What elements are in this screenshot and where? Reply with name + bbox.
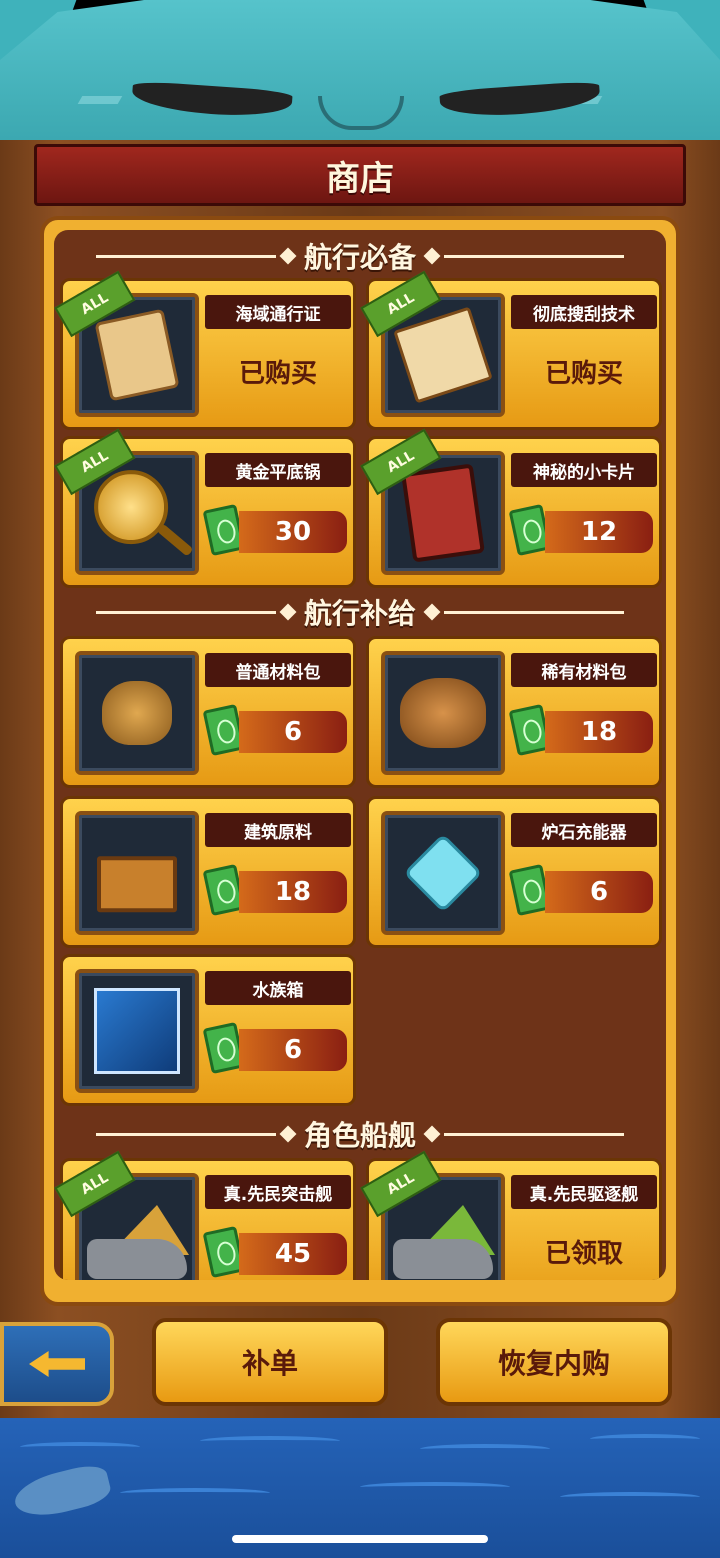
item-image: [381, 811, 505, 935]
shop-item-card[interactable]: ALL 彻底搜刮技术 已购买: [360, 270, 662, 430]
section-header-role-ships: 角色船舰: [54, 1114, 666, 1154]
price-button[interactable]: 12: [545, 511, 653, 553]
shop-item-card[interactable]: 建筑原料 18: [60, 796, 356, 948]
pan-handle: [156, 523, 194, 557]
price-button[interactable]: 6: [545, 871, 653, 913]
section-title: 航行必备: [303, 241, 416, 274]
item-image: [75, 811, 199, 935]
divider: [95, 610, 276, 614]
aquarium-icon: [94, 988, 180, 1074]
wave: [590, 1434, 700, 1444]
item-image: [381, 651, 505, 775]
decor-stripe: [77, 96, 123, 104]
shop-item-card[interactable]: ALL 海域通行证 已购买: [54, 270, 356, 430]
crystal-icon: [403, 833, 483, 913]
shop-item-card[interactable]: ALL 黄金平底锅 30: [54, 428, 356, 588]
price-button[interactable]: 18: [545, 711, 653, 753]
section-header-voyage-supplies: 航行补给: [54, 592, 666, 632]
wave: [560, 1492, 700, 1502]
divider: [444, 1132, 624, 1136]
shop-item-card[interactable]: 普通材料包 6: [60, 636, 356, 788]
shop-item-card[interactable]: 稀有材料包 18: [366, 636, 662, 788]
shop-item-card[interactable]: ALL 真.先民突击舰 45: [54, 1150, 356, 1280]
price-button[interactable]: 18: [239, 871, 347, 913]
item-name: 神秘的小卡片: [511, 453, 657, 487]
item-image: [75, 969, 199, 1093]
section-header-voyage-essentials: 航行必备: [54, 236, 666, 276]
divider: [95, 1132, 276, 1136]
wave: [420, 1444, 550, 1454]
diamond-icon: [423, 1125, 441, 1143]
section-title: 航行补给: [303, 597, 416, 630]
scroll-icon: [393, 306, 493, 404]
restore-order-button[interactable]: 补单: [152, 1318, 388, 1406]
home-indicator[interactable]: [232, 1535, 488, 1543]
diamond-icon: [279, 247, 297, 265]
item-name: 建筑原料: [205, 813, 351, 847]
item-status: 已购买: [238, 358, 317, 389]
item-status: 已购买: [544, 358, 623, 389]
item-name: 彻底搜刮技术: [511, 295, 657, 329]
wave: [120, 1488, 270, 1498]
shop-item-card[interactable]: 炉石充能器 6: [366, 796, 662, 948]
diamond-icon: [279, 1125, 297, 1143]
bag-icon: [102, 681, 172, 745]
divider: [95, 254, 276, 258]
wave: [20, 1442, 140, 1452]
item-name: 普通材料包: [205, 653, 351, 687]
ship-icon: [87, 1239, 187, 1279]
page-title: 商店: [326, 158, 394, 199]
arrow-left-icon: [29, 1351, 85, 1377]
mascot-header: [0, 0, 720, 150]
wave: [360, 1482, 510, 1492]
restore-purchase-button[interactable]: 恢复内购: [436, 1318, 672, 1406]
divider: [444, 610, 624, 614]
pan-icon: [94, 470, 169, 545]
item-name: 炉石充能器: [511, 813, 657, 847]
price-button[interactable]: 6: [239, 1029, 347, 1071]
wave: [200, 1436, 340, 1446]
item-name: 稀有材料包: [511, 653, 657, 687]
ship-icon: [393, 1239, 493, 1279]
item-image: [75, 651, 199, 775]
item-name: 海域通行证: [205, 295, 351, 329]
diamond-icon: [279, 603, 297, 621]
back-button[interactable]: [0, 1322, 114, 1406]
title-bar: 商店: [34, 144, 686, 206]
shop-item-card[interactable]: ALL 真.先民驱逐舰 已领取: [360, 1150, 662, 1280]
diamond-icon: [423, 247, 441, 265]
item-name: 真.先民驱逐舰: [511, 1175, 657, 1209]
price-button[interactable]: 30: [239, 511, 347, 553]
item-name: 黄金平底锅: [205, 453, 351, 487]
price-button[interactable]: 45: [239, 1233, 347, 1275]
shop-scroll-area[interactable]: 航行必备 ALL 海域通行证 已购买 ALL 彻底搜刮技术 已购买 ALL 黄金…: [54, 230, 666, 1280]
diamond-icon: [423, 603, 441, 621]
map-icon: [94, 308, 180, 402]
section-title: 角色船舰: [303, 1119, 416, 1152]
card-icon: [401, 463, 485, 563]
price-button[interactable]: 6: [239, 711, 347, 753]
shop-item-card[interactable]: 水族箱 6: [60, 954, 356, 1106]
divider: [444, 254, 624, 258]
shop-item-card[interactable]: ALL 神秘的小卡片 12: [360, 428, 662, 588]
item-name: 真.先民突击舰: [205, 1175, 351, 1209]
item-status: 已领取: [544, 1238, 623, 1269]
crate-icon: [97, 856, 177, 913]
item-name: 水族箱: [205, 971, 351, 1005]
rare-bag-icon: [400, 678, 486, 748]
